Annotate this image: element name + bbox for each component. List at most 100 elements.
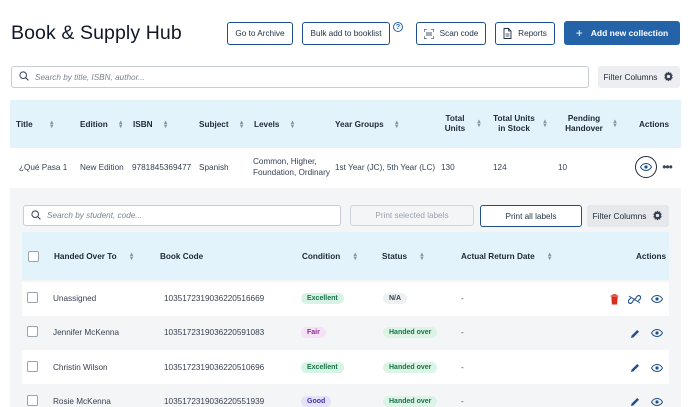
trash-icon[interactable] bbox=[609, 293, 619, 305]
student-search-field[interactable] bbox=[23, 205, 341, 226]
eye-icon[interactable] bbox=[650, 328, 663, 338]
sort-icon: ▲ ▼ bbox=[238, 119, 245, 131]
search-field[interactable] bbox=[11, 66, 589, 88]
column-subject-label: Subject bbox=[199, 120, 229, 129]
handed-over-to: Rosie McKenna bbox=[53, 397, 111, 406]
condition-badge: Good bbox=[301, 396, 332, 407]
sort-icon: ▲ ▼ bbox=[128, 251, 135, 263]
status-badge: Handed over bbox=[383, 327, 438, 338]
column-status-label: Status bbox=[382, 252, 408, 261]
eye-icon[interactable] bbox=[650, 294, 663, 304]
search-icon bbox=[19, 68, 29, 86]
table-row[interactable] bbox=[22, 350, 669, 384]
eye-icon[interactable] bbox=[650, 397, 663, 407]
column-condition[interactable]: Condition ▲ ▼ bbox=[302, 252, 358, 262]
column-pending-handover-label: Pending Handover bbox=[565, 114, 603, 134]
reports-button[interactable]: Reports bbox=[495, 22, 555, 45]
sort-icon: ▲ ▼ bbox=[546, 251, 553, 263]
column-actual-return-date[interactable]: Actual Return Date ▲ ▼ bbox=[461, 252, 553, 262]
scan-code-label: Scan code bbox=[439, 29, 479, 38]
column-total-units-in-stock[interactable]: Total Units in Stock ▲ ▼ bbox=[492, 114, 550, 135]
column-pending-handover[interactable]: Pending Handover ▲ ▼ bbox=[562, 114, 622, 135]
column-isbn-label: ISBN bbox=[133, 120, 153, 129]
eye-icon[interactable] bbox=[635, 156, 657, 178]
column-book-code: Book Code bbox=[160, 252, 204, 261]
return-date: - bbox=[461, 294, 464, 303]
table-row[interactable] bbox=[22, 316, 669, 350]
page-title: Book & Supply Hub bbox=[11, 22, 182, 44]
condition-badge: Fair bbox=[301, 327, 326, 338]
column-total-units[interactable]: Total Units ▲ ▼ bbox=[440, 114, 484, 135]
column-handed-over-to-label: Handed Over To bbox=[54, 252, 117, 261]
filter-columns-button[interactable]: Filter Columns bbox=[598, 66, 680, 88]
row-total-units: 130 bbox=[441, 163, 455, 172]
status-badge: N/A bbox=[383, 293, 408, 304]
bulk-add-label: Bulk add to booklist bbox=[310, 29, 382, 38]
book-code: 1035172319036220510696 bbox=[164, 363, 265, 372]
pencil-icon[interactable] bbox=[629, 328, 640, 339]
book-code: 1035172319036220516669 bbox=[164, 294, 265, 303]
student-search-input[interactable] bbox=[47, 211, 326, 220]
sort-icon: ▲ ▼ bbox=[542, 119, 548, 130]
scan-code-button[interactable]: Scan code bbox=[416, 22, 486, 45]
column-sub-actions: Actions bbox=[636, 252, 667, 261]
unlink-icon[interactable] bbox=[628, 294, 641, 304]
sort-icon: ▲ ▼ bbox=[289, 119, 296, 131]
return-date: - bbox=[461, 397, 464, 406]
row-pending-handover: 10 bbox=[558, 163, 568, 172]
condition-badge: Excellent bbox=[301, 293, 344, 304]
return-date: - bbox=[461, 363, 464, 372]
search-input[interactable] bbox=[35, 72, 548, 82]
gear-icon bbox=[652, 209, 663, 223]
book-code: 1035172319036220591083 bbox=[164, 328, 265, 337]
column-title[interactable]: Title ▲ ▼ bbox=[16, 120, 55, 130]
pencil-icon[interactable] bbox=[629, 396, 640, 407]
handed-over-to: Jennifer McKenna bbox=[53, 328, 119, 337]
sub-filter-columns-button[interactable]: Filter Columns bbox=[587, 205, 669, 227]
row-checkbox[interactable] bbox=[27, 361, 38, 372]
print-selected-labels-button[interactable]: Print selected labels bbox=[350, 205, 474, 226]
go-to-archive-button[interactable]: Go to Archive bbox=[227, 22, 293, 45]
column-edition[interactable]: Edition ▲ ▼ bbox=[80, 120, 124, 130]
row-title: ¿Qué Pasa 1 bbox=[19, 163, 68, 172]
help-icon[interactable]: ? bbox=[393, 22, 403, 32]
column-year-groups[interactable]: Year Groups ▲ ▼ bbox=[335, 120, 400, 130]
sort-icon: ▲ ▼ bbox=[48, 119, 55, 131]
handed-over-to: Christin Wilson bbox=[53, 363, 108, 372]
status-badge: Handed over bbox=[383, 362, 438, 373]
add-new-collection-button[interactable]: + Add new collection bbox=[564, 21, 680, 45]
column-levels[interactable]: Levels ▲ ▼ bbox=[254, 120, 295, 130]
column-total-units-label: Total Units bbox=[444, 114, 466, 134]
eye-icon[interactable] bbox=[650, 363, 663, 373]
row-subject: Spanish bbox=[199, 163, 229, 172]
filter-columns-label: Filter Columns bbox=[592, 211, 647, 221]
column-isbn[interactable]: ISBN ▲ ▼ bbox=[133, 120, 169, 130]
column-status[interactable]: Status ▲ ▼ bbox=[382, 252, 425, 262]
more-options-icon[interactable]: ••• bbox=[661, 160, 673, 174]
scan-icon bbox=[423, 28, 434, 39]
table-row[interactable] bbox=[22, 384, 669, 407]
select-all-checkbox[interactable] bbox=[28, 251, 39, 262]
row-year-groups: 1st Year (JC), 5th Year (LC) bbox=[335, 163, 436, 172]
row-checkbox[interactable] bbox=[27, 395, 38, 406]
book-code: 1035172319036220551939 bbox=[164, 397, 265, 406]
table-row[interactable] bbox=[22, 282, 669, 316]
sort-icon: ▲ ▼ bbox=[352, 251, 359, 263]
print-all-labels-button[interactable]: Print all labels bbox=[480, 205, 582, 227]
column-subject[interactable]: Subject ▲ ▼ bbox=[199, 120, 245, 130]
column-year-groups-label: Year Groups bbox=[335, 120, 384, 129]
column-levels-label: Levels bbox=[254, 120, 280, 129]
row-checkbox[interactable] bbox=[27, 292, 38, 303]
pencil-icon[interactable] bbox=[629, 362, 640, 373]
bulk-add-button[interactable]: Bulk add to booklist bbox=[302, 22, 390, 45]
column-condition-label: Condition bbox=[302, 252, 341, 261]
condition-badge: Excellent bbox=[301, 362, 344, 373]
sort-icon: ▲ ▼ bbox=[162, 119, 169, 131]
status-badge: Handed over bbox=[383, 396, 438, 407]
row-checkbox[interactable] bbox=[27, 326, 38, 337]
reports-label: Reports bbox=[518, 29, 547, 38]
sort-icon: ▲ ▼ bbox=[612, 119, 618, 130]
row-edition: New Edition bbox=[80, 163, 124, 172]
column-handed-over-to[interactable]: Handed Over To ▲ ▼ bbox=[54, 252, 135, 262]
sort-icon: ▲ ▼ bbox=[393, 119, 400, 131]
